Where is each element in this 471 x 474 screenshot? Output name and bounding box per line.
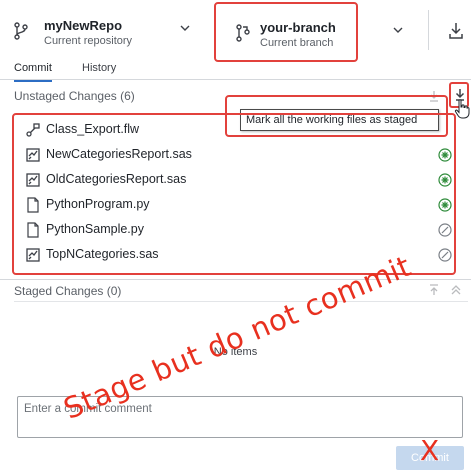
branch-name: your-branch: [260, 20, 336, 35]
added-icon: [438, 148, 452, 162]
list-item[interactable]: Class_Export.flw: [14, 118, 454, 142]
file-name: NewCategoriesReport.sas: [46, 147, 192, 161]
branch-icon: [236, 24, 250, 42]
commit-comment-input[interactable]: [17, 396, 463, 438]
file-name: PythonSample.py: [46, 222, 144, 236]
unstaged-changes-title: Unstaged Changes (6): [14, 89, 135, 103]
repository-subtitle: Current repository: [44, 35, 133, 47]
commit-button[interactable]: Commit: [396, 446, 464, 470]
hand-cursor-icon: [454, 99, 470, 119]
repository-name: myNewRepo: [44, 18, 123, 33]
list-item[interactable]: NewCategoriesReport.sas: [14, 143, 454, 167]
tab-bar: Commit History: [0, 56, 471, 82]
tab-commit[interactable]: Commit: [14, 62, 52, 82]
sas-file-icon: [26, 173, 40, 187]
repository-selector[interactable]: myNewRepo Current repository: [14, 16, 194, 52]
deleted-icon: [438, 248, 452, 262]
file-name: PythonProgram.py: [46, 197, 150, 211]
py-file-icon: [27, 222, 39, 238]
list-item[interactable]: TopNCategories.sas: [14, 243, 454, 267]
branch-selector[interactable]: your-branch Current branch: [214, 2, 358, 62]
file-name: OldCategoriesReport.sas: [46, 172, 187, 186]
section-divider: [0, 279, 471, 280]
sas-file-icon: [26, 148, 40, 162]
file-name: TopNCategories.sas: [46, 247, 159, 261]
empty-state-text: No items: [213, 346, 258, 358]
tab-history[interactable]: History: [82, 62, 116, 74]
added-icon: [438, 173, 452, 187]
chevron-down-icon[interactable]: [179, 22, 191, 34]
chevron-down-icon[interactable]: [392, 24, 404, 36]
sas-file-icon: [26, 248, 40, 262]
collapse-icon[interactable]: [450, 284, 462, 296]
branch-subtitle: Current branch: [260, 37, 334, 49]
section-divider: [14, 301, 468, 302]
header-divider: [428, 10, 429, 50]
list-item[interactable]: OldCategoriesReport.sas: [14, 168, 454, 192]
staged-changes-title: Staged Changes (0): [14, 284, 122, 298]
repository-icon: [14, 22, 28, 40]
added-icon: [438, 198, 452, 212]
unstage-all-icon[interactable]: [428, 284, 440, 296]
py-file-icon: [27, 197, 39, 213]
unstaged-file-list: Class_Export.flw NewCategoriesReport.sas…: [12, 113, 456, 275]
list-item[interactable]: PythonProgram.py: [14, 193, 454, 217]
deleted-icon: [438, 223, 452, 237]
flow-file-icon: [26, 123, 40, 137]
list-item[interactable]: PythonSample.py: [14, 218, 454, 242]
pull-download-icon[interactable]: [448, 22, 464, 40]
file-name: Class_Export.flw: [46, 122, 140, 136]
